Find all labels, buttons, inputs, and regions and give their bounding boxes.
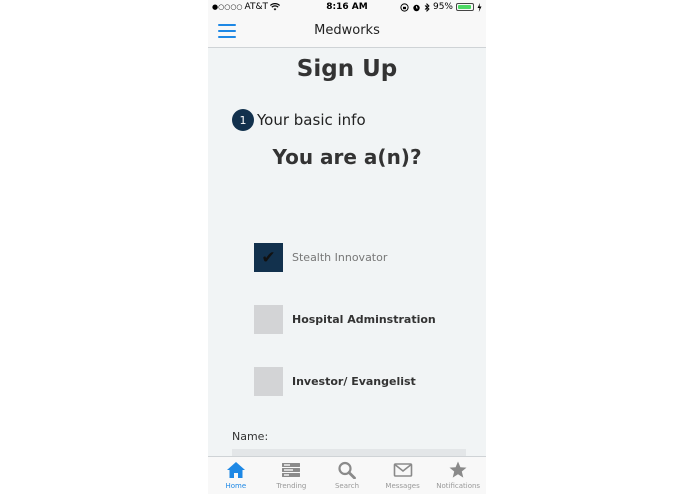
app-title: Medworks xyxy=(314,23,380,38)
status-right: 95% xyxy=(400,2,482,12)
tab-trending[interactable]: Trending xyxy=(264,457,320,494)
tab-label: Messages xyxy=(385,482,420,490)
envelope-icon xyxy=(393,463,412,477)
battery-icon xyxy=(456,3,474,11)
checkbox-hospital-administration[interactable] xyxy=(254,305,283,334)
option-label: Investor/ Evangelist xyxy=(292,375,416,388)
tab-label: Search xyxy=(334,482,360,490)
option-hospital-administration[interactable]: Hospital Adminstration xyxy=(254,305,436,334)
charging-bolt-icon xyxy=(477,2,482,12)
step-indicator: 1 Your basic info xyxy=(232,109,366,131)
tab-bar: Home Trending Search Messages Notificati… xyxy=(208,456,486,494)
option-label: Stealth Innovator xyxy=(292,251,388,264)
bluetooth-icon xyxy=(424,2,430,12)
option-stealth-innovator[interactable]: ✔ Stealth Innovator xyxy=(254,243,387,272)
orientation-lock-icon xyxy=(400,2,409,12)
search-icon xyxy=(338,461,356,479)
tab-home[interactable]: Home xyxy=(208,457,264,494)
step-number-badge: 1 xyxy=(232,109,254,131)
page-title: Sign Up xyxy=(296,56,398,82)
alarm-icon xyxy=(413,4,420,11)
tab-search[interactable]: Search xyxy=(319,457,375,494)
option-investor-evangelist[interactable]: Investor/ Evangelist xyxy=(254,367,416,396)
tab-messages[interactable]: Messages xyxy=(375,457,431,494)
phone-screen: ●○○○○ AT&T 8:16 AM 95% Medworks Sign Up … xyxy=(208,0,486,494)
star-icon xyxy=(449,461,467,478)
navigation-bar: Medworks xyxy=(208,14,486,48)
step-label: Your basic info xyxy=(257,111,366,129)
trending-icon xyxy=(282,463,301,477)
battery-percent: 95% xyxy=(432,2,453,12)
battery-fill xyxy=(458,5,472,9)
checkmark-icon: ✔ xyxy=(261,247,276,268)
tab-label: Trending xyxy=(276,482,307,490)
home-icon xyxy=(226,462,245,478)
role-question: You are a(n)? xyxy=(272,145,422,169)
checkbox-stealth-innovator[interactable]: ✔ xyxy=(254,243,283,272)
tab-label: Home xyxy=(225,482,247,490)
tab-label: Notifications xyxy=(436,482,481,490)
status-bar: ●○○○○ AT&T 8:16 AM 95% xyxy=(208,0,486,14)
name-label: Name: xyxy=(232,430,269,443)
tab-notifications[interactable]: Notifications xyxy=(430,457,486,494)
option-label: Hospital Adminstration xyxy=(292,313,436,326)
checkbox-investor-evangelist[interactable] xyxy=(254,367,283,396)
signup-form: Sign Up 1 Your basic info You are a(n)? … xyxy=(208,48,486,463)
